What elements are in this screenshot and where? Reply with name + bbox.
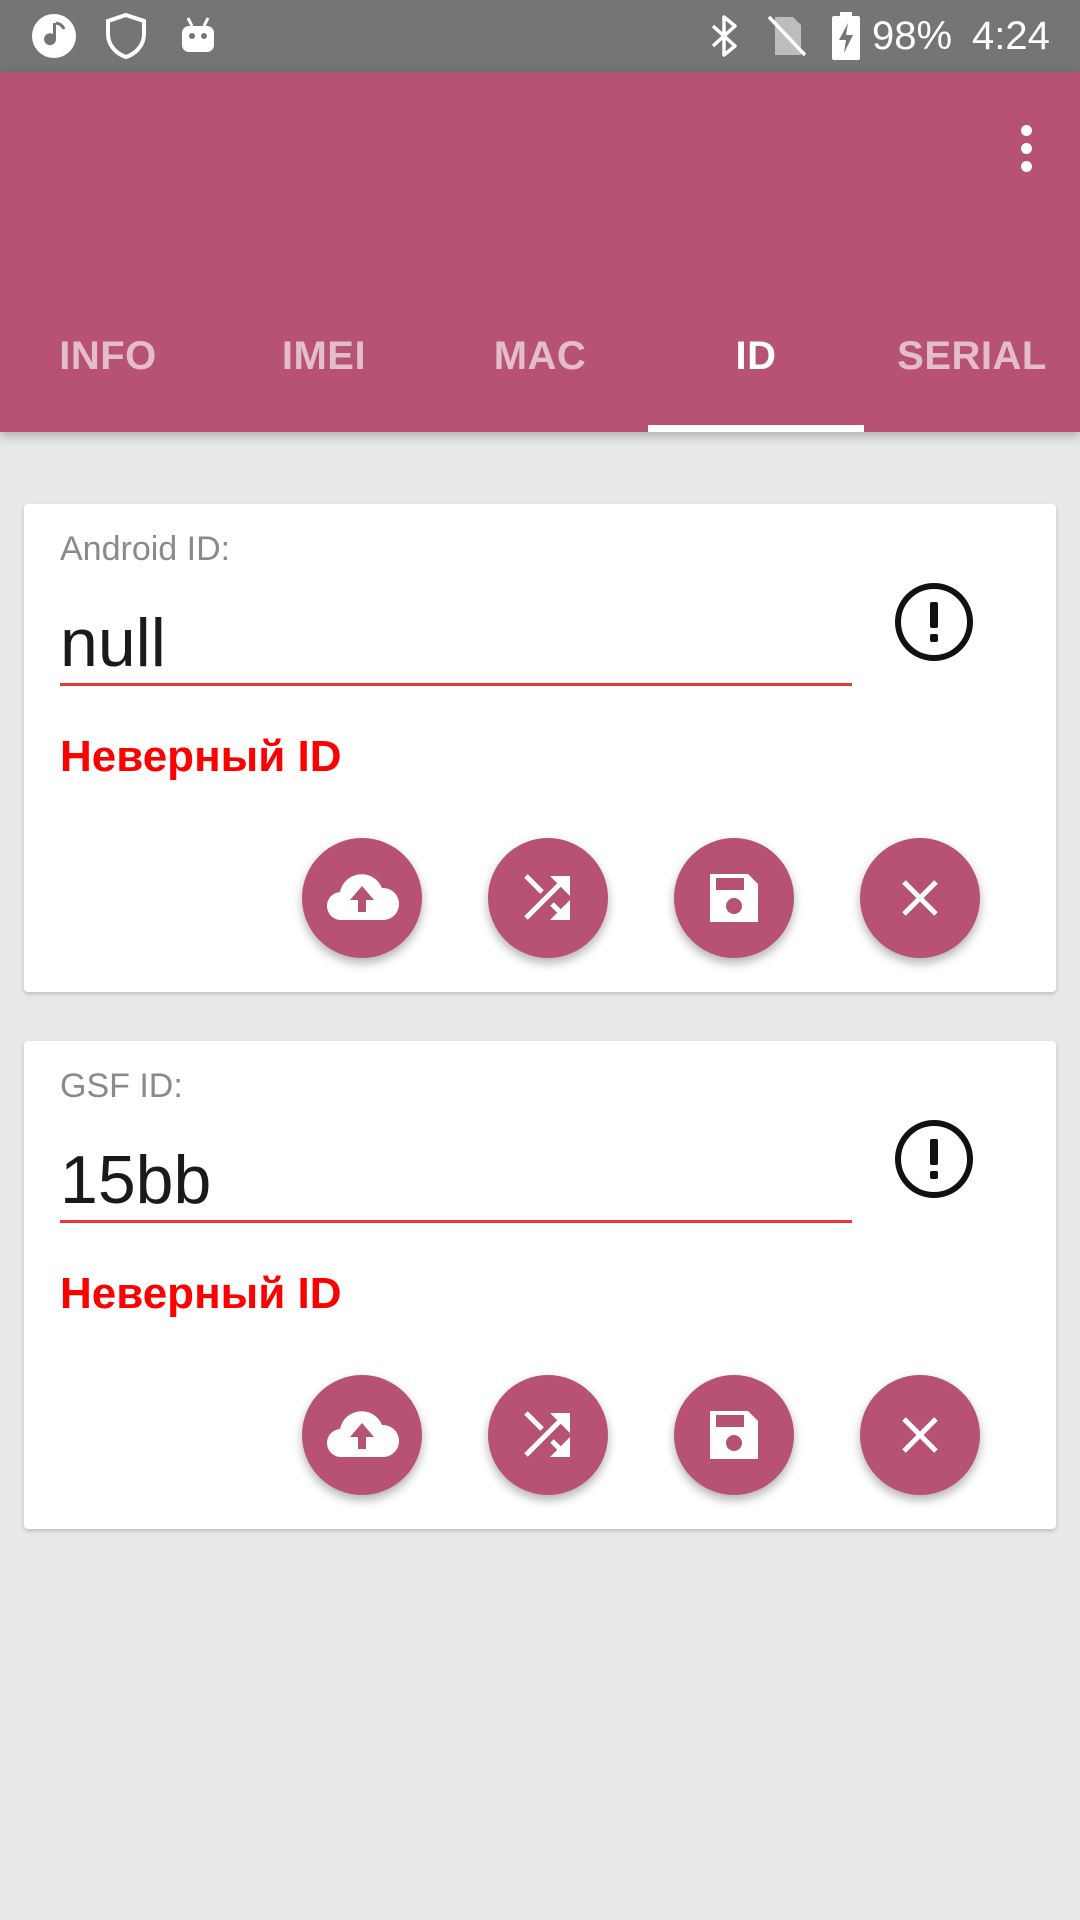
battery-charging-icon: [828, 0, 864, 72]
battery-percent: 98%: [872, 14, 953, 58]
shield-icon: [102, 0, 150, 72]
clear-button[interactable]: [860, 1375, 980, 1495]
tab-id[interactable]: ID: [648, 288, 864, 432]
alert-circle-icon: [894, 1119, 974, 1199]
alert-circle-icon: [894, 582, 974, 662]
cloud-upload-button[interactable]: [302, 1375, 422, 1495]
shuffle-icon: [524, 1411, 570, 1457]
bluetooth-icon: [704, 0, 744, 72]
field-label: GSF ID:: [60, 1067, 183, 1105]
gsf-id-card: GSF ID: 15bb Неверный ID: [24, 1041, 1056, 1529]
save-icon: [710, 874, 758, 922]
android-icon: [176, 0, 220, 72]
cloud-upload-icon: [326, 1411, 400, 1458]
tab-serial[interactable]: SERIAL: [864, 288, 1080, 432]
field-value[interactable]: null: [60, 600, 852, 686]
error-message: Неверный ID: [60, 1269, 342, 1318]
cloud-upload-button[interactable]: [302, 838, 422, 958]
no-sim-icon: [762, 0, 810, 72]
save-button[interactable]: [674, 838, 794, 958]
tab-bar: INFO IMEI MAC ID SERIAL: [0, 288, 1080, 432]
save-button[interactable]: [674, 1375, 794, 1495]
cloud-upload-icon: [326, 874, 400, 921]
gsf-id-input[interactable]: 15bb: [60, 1137, 852, 1223]
android-id-card: Android ID: null Неверный ID: [24, 504, 1056, 992]
status-bar: 98% 4:24: [0, 0, 1080, 72]
music-note-icon: [30, 0, 78, 72]
shuffle-icon: [524, 874, 570, 920]
close-icon: [902, 880, 938, 916]
tab-imei[interactable]: IMEI: [216, 288, 432, 432]
tab-info[interactable]: INFO: [0, 288, 216, 432]
close-icon: [902, 1417, 938, 1453]
android-id-input[interactable]: null: [60, 600, 852, 686]
more-vert-icon[interactable]: [990, 112, 1062, 184]
field-label: Android ID:: [60, 530, 231, 568]
shuffle-button[interactable]: [488, 838, 608, 958]
save-icon: [710, 1411, 758, 1459]
shuffle-button[interactable]: [488, 1375, 608, 1495]
field-value[interactable]: 15bb: [60, 1137, 852, 1223]
app-bar: INFO IMEI MAC ID SERIAL: [0, 72, 1080, 432]
clock: 4:24: [972, 14, 1050, 58]
error-message: Неверный ID: [60, 732, 342, 781]
clear-button[interactable]: [860, 838, 980, 958]
tab-mac[interactable]: MAC: [432, 288, 648, 432]
